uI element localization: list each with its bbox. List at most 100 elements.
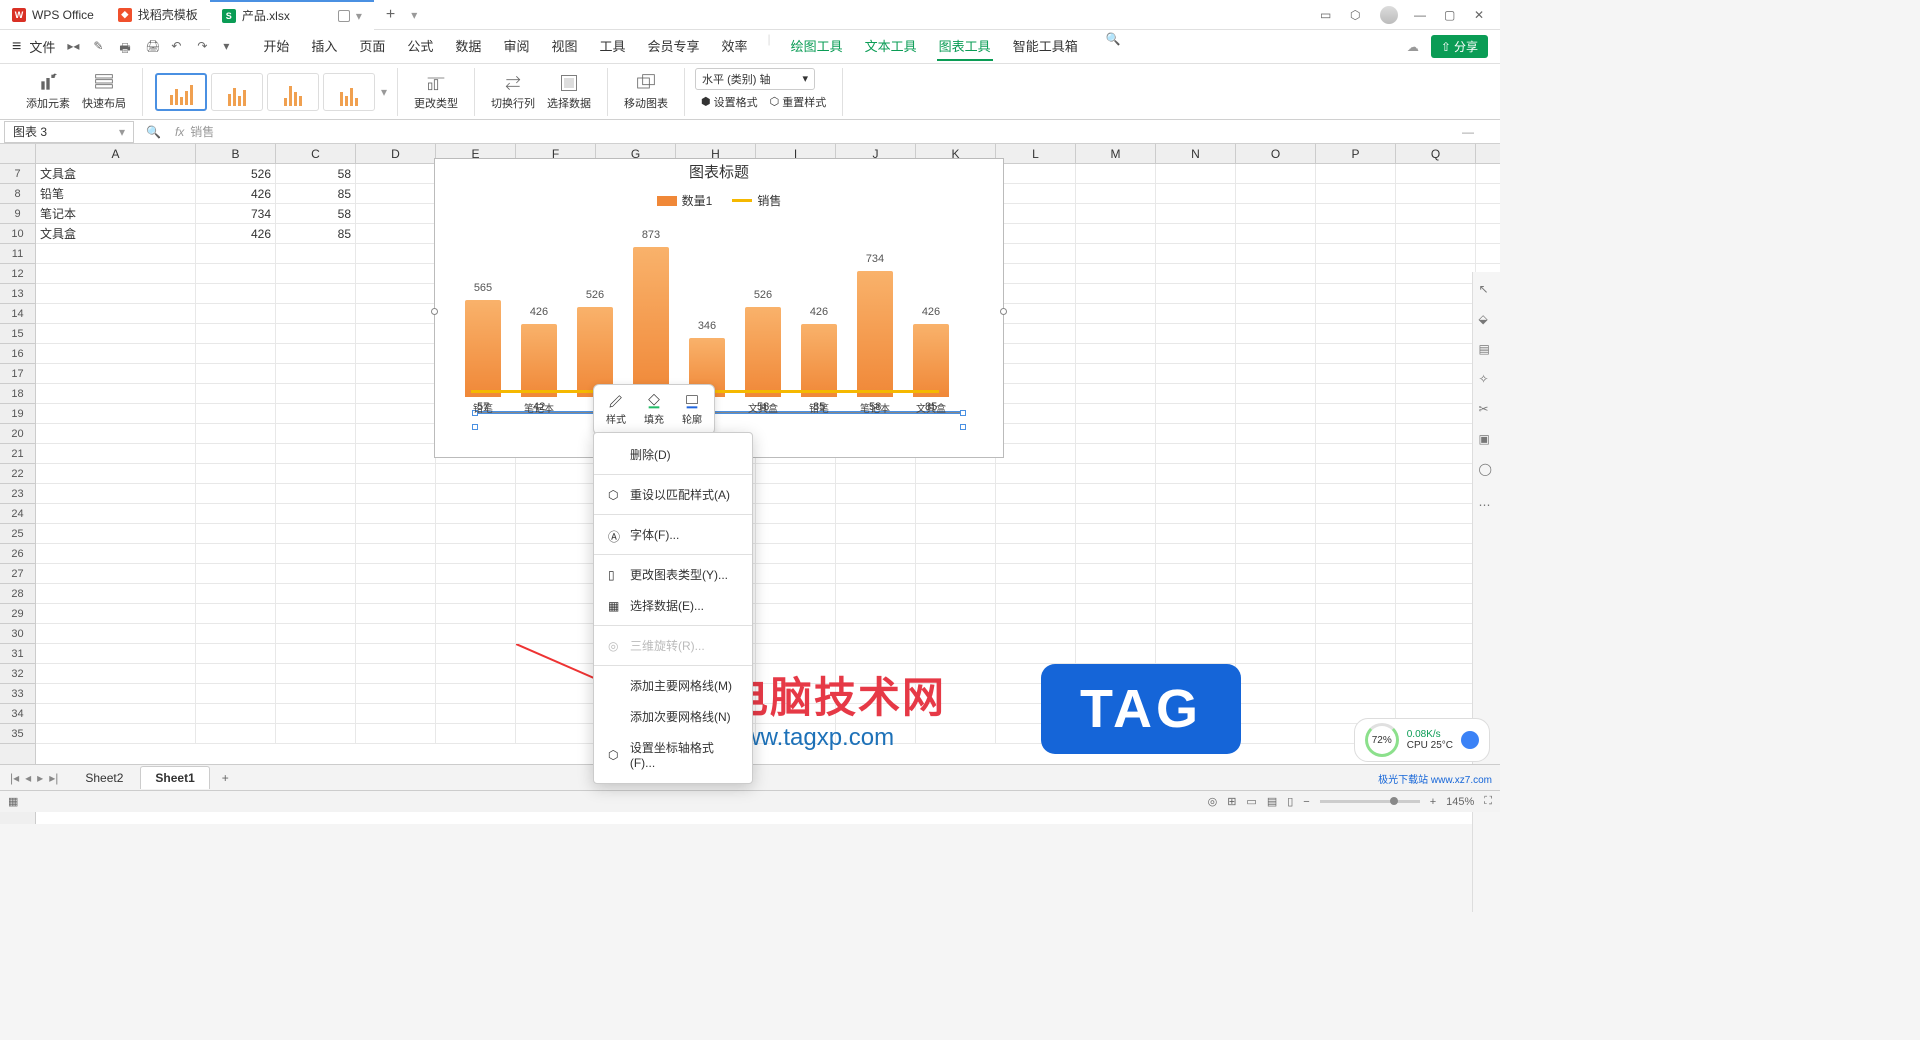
cell[interactable] — [436, 564, 516, 583]
cell[interactable] — [356, 244, 436, 263]
cell[interactable] — [1396, 224, 1476, 243]
cell[interactable] — [36, 584, 196, 603]
cell[interactable] — [996, 224, 1076, 243]
cell[interactable] — [196, 264, 276, 283]
cell[interactable] — [1316, 404, 1396, 423]
row-header[interactable]: 25 — [0, 524, 35, 544]
cell[interactable] — [836, 584, 916, 603]
cell[interactable] — [836, 524, 916, 543]
cell[interactable] — [276, 724, 356, 743]
tab-page[interactable]: 页面 — [357, 32, 387, 61]
cell[interactable]: 58 — [276, 164, 356, 183]
cell[interactable] — [36, 624, 196, 643]
cell[interactable] — [1396, 424, 1476, 443]
row-header[interactable]: 26 — [0, 544, 35, 564]
rail-box-icon[interactable]: ▣ — [1479, 432, 1495, 448]
cell[interactable] — [436, 464, 516, 483]
chart-bar[interactable]: 873铅笔 — [633, 247, 669, 397]
close-button[interactable]: ✕ — [1474, 8, 1488, 22]
cell[interactable] — [1076, 644, 1156, 663]
cell[interactable] — [996, 544, 1076, 563]
cell[interactable] — [276, 624, 356, 643]
cell[interactable] — [1156, 524, 1236, 543]
fx-icon[interactable]: fx — [169, 125, 190, 139]
cell[interactable] — [356, 404, 436, 423]
cell[interactable] — [916, 624, 996, 643]
cell[interactable] — [1076, 524, 1156, 543]
tab-text-tools[interactable]: 文本工具 — [863, 32, 919, 61]
cell[interactable] — [1076, 484, 1156, 503]
hamburger-icon[interactable]: ≡ — [12, 38, 21, 56]
cell[interactable] — [1236, 684, 1316, 703]
formula-input[interactable]: 销售 — [190, 123, 1454, 140]
cell[interactable] — [196, 564, 276, 583]
tab-insert[interactable]: 插入 — [309, 32, 339, 61]
cell[interactable] — [996, 404, 1076, 423]
cell[interactable] — [276, 524, 356, 543]
cell[interactable] — [1076, 444, 1156, 463]
cell[interactable] — [1076, 184, 1156, 203]
cell[interactable] — [276, 484, 356, 503]
cell[interactable] — [1076, 244, 1156, 263]
row-header[interactable]: 34 — [0, 704, 35, 724]
cell[interactable] — [1156, 444, 1236, 463]
reset-style-button[interactable]: ⬡ 重置样式 — [770, 94, 827, 110]
cell[interactable] — [36, 564, 196, 583]
cell[interactable] — [196, 504, 276, 523]
row-header[interactable]: 30 — [0, 624, 35, 644]
zoom-in-button[interactable]: + — [1430, 796, 1436, 808]
col-header-N[interactable]: N — [1156, 144, 1236, 163]
cell[interactable] — [1396, 664, 1476, 683]
cell[interactable] — [196, 444, 276, 463]
cell[interactable] — [276, 304, 356, 323]
view-grid-icon[interactable]: ⊞ — [1227, 795, 1236, 808]
cell[interactable] — [1076, 604, 1156, 623]
cell[interactable] — [1236, 364, 1316, 383]
cell[interactable] — [836, 644, 916, 663]
cell[interactable] — [1156, 424, 1236, 443]
cell[interactable] — [516, 584, 596, 603]
cell[interactable] — [1236, 204, 1316, 223]
chart-style-4[interactable] — [323, 73, 375, 111]
cell[interactable] — [436, 544, 516, 563]
select-data-button[interactable]: 选择数据 — [541, 71, 597, 113]
cell[interactable] — [916, 564, 996, 583]
cell[interactable] — [1396, 584, 1476, 603]
row-header[interactable]: 29 — [0, 604, 35, 624]
set-format-button[interactable]: ⬢ 设置格式 — [701, 94, 758, 110]
cell[interactable] — [1076, 464, 1156, 483]
row-header[interactable]: 23 — [0, 484, 35, 504]
cell[interactable] — [1396, 164, 1476, 183]
cell[interactable] — [196, 484, 276, 503]
cell[interactable] — [1076, 364, 1156, 383]
maximize-button[interactable]: ▢ — [1444, 8, 1458, 22]
cell[interactable] — [196, 684, 276, 703]
cell[interactable] — [356, 284, 436, 303]
cell[interactable] — [36, 484, 196, 503]
cell[interactable] — [1316, 524, 1396, 543]
note-icon[interactable]: ▭ — [1320, 8, 1334, 22]
col-header-O[interactable]: O — [1236, 144, 1316, 163]
cell[interactable] — [276, 644, 356, 663]
cell[interactable] — [1156, 464, 1236, 483]
rail-help-icon[interactable]: ◯ — [1479, 462, 1495, 478]
cell[interactable] — [36, 704, 196, 723]
row-header[interactable]: 9 — [0, 204, 35, 224]
chart-object[interactable]: 图表标题 数量1 销售 56557铅笔42642笔记本526文具盒873铅笔34… — [434, 158, 1004, 458]
cell[interactable] — [516, 564, 596, 583]
cell[interactable] — [1076, 424, 1156, 443]
cell[interactable] — [996, 244, 1076, 263]
cell[interactable] — [1156, 604, 1236, 623]
row-header[interactable]: 35 — [0, 724, 35, 744]
tab-data[interactable]: 数据 — [453, 32, 483, 61]
sheet-tab-sheet1[interactable]: Sheet1 — [140, 766, 209, 789]
view-normal-icon[interactable]: ▭ — [1246, 795, 1256, 808]
cell[interactable] — [356, 344, 436, 363]
cell[interactable] — [436, 664, 516, 683]
redo-icon[interactable]: ↷ — [197, 39, 213, 55]
sheet-prev-icon[interactable]: ◂ — [25, 771, 31, 785]
rail-select-icon[interactable]: ↖ — [1479, 282, 1495, 298]
cell[interactable] — [1396, 364, 1476, 383]
cell[interactable] — [356, 384, 436, 403]
cell[interactable] — [916, 484, 996, 503]
